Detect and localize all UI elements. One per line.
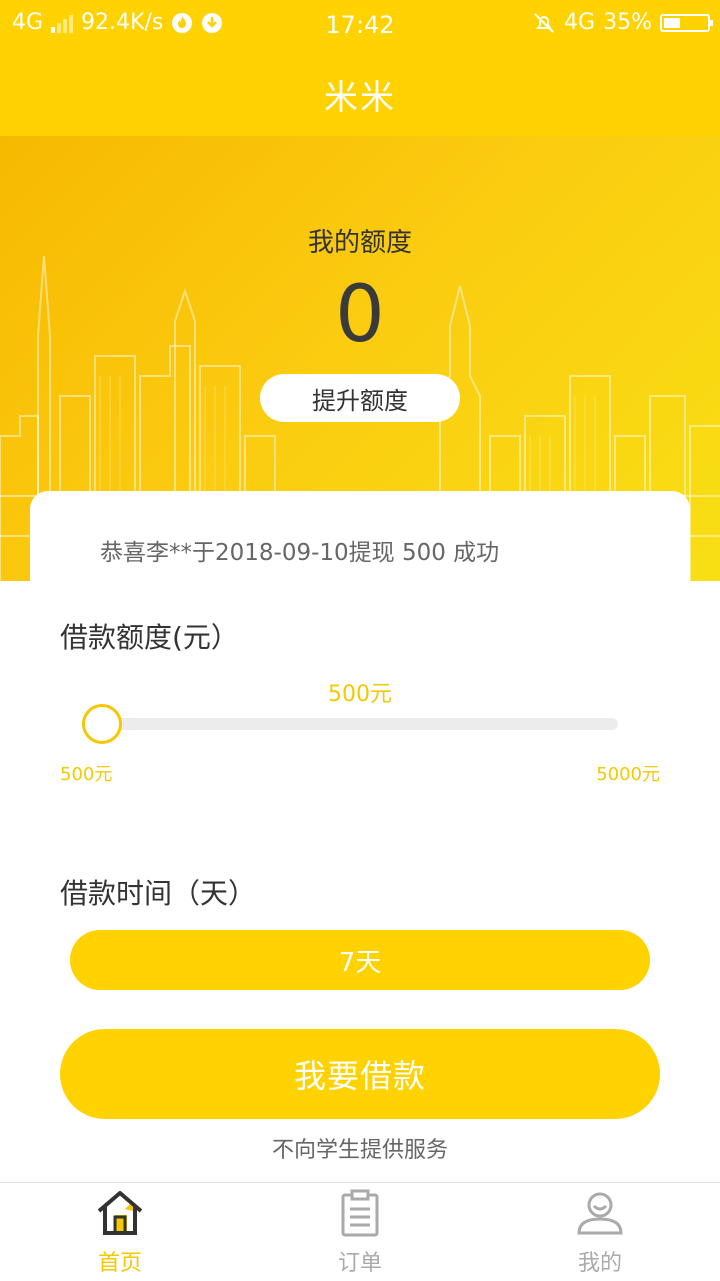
loan-amount-slider-thumb[interactable] [82,704,122,744]
nav-label-orders: 订单 [337,1251,382,1276]
home-icon [97,1191,143,1235]
raise-quota-button[interactable]: 提升额度 [260,374,460,422]
battery-icon [660,13,713,32]
loan-amount-max: 5000元 [596,764,660,785]
status-bar: 4G 92.4K/s 17:42 4G 35% [0,0,720,50]
nav-item-profile[interactable]: 我的 [480,1183,720,1281]
nav-item-home[interactable]: 首页 [0,1183,240,1281]
loan-term-selector[interactable]: 7天 [70,930,650,990]
mute-bell-icon [534,12,554,33]
bottom-nav: 首页 订单 我的 [0,1182,720,1281]
quota-value: 0 [335,270,385,360]
loan-amount-min: 500元 [60,764,113,785]
nav-label-home: 首页 [97,1251,142,1276]
disclaimer-text: 不向学生提供服务 [271,1138,448,1163]
loan-amount-value: 500元 [328,682,392,707]
nav-item-orders[interactable]: 订单 [240,1183,480,1281]
battery-percent: 35% [603,10,652,35]
network-type-right: 4G [564,10,596,35]
quota-label: 我的额度 [307,228,412,258]
loan-amount-label: 借款额度(元） [60,621,239,654]
loan-term-label: 借款时间（天） [60,877,257,910]
notice-card: 恭喜李**于2018-09-10提现 500 成功 [30,491,690,601]
borrow-button[interactable]: 我要借款 [60,1029,660,1119]
title-bar: 米米 [0,50,720,136]
profile-icon [577,1192,623,1235]
status-right: 4G 35% [532,10,713,35]
notice-text: 恭喜李**于2018-09-10提现 500 成功 [100,540,500,566]
loan-amount-slider-track[interactable] [86,718,618,730]
nav-label-profile: 我的 [577,1251,622,1276]
order-icon [341,1189,379,1237]
app-title: 米米 [324,78,396,118]
